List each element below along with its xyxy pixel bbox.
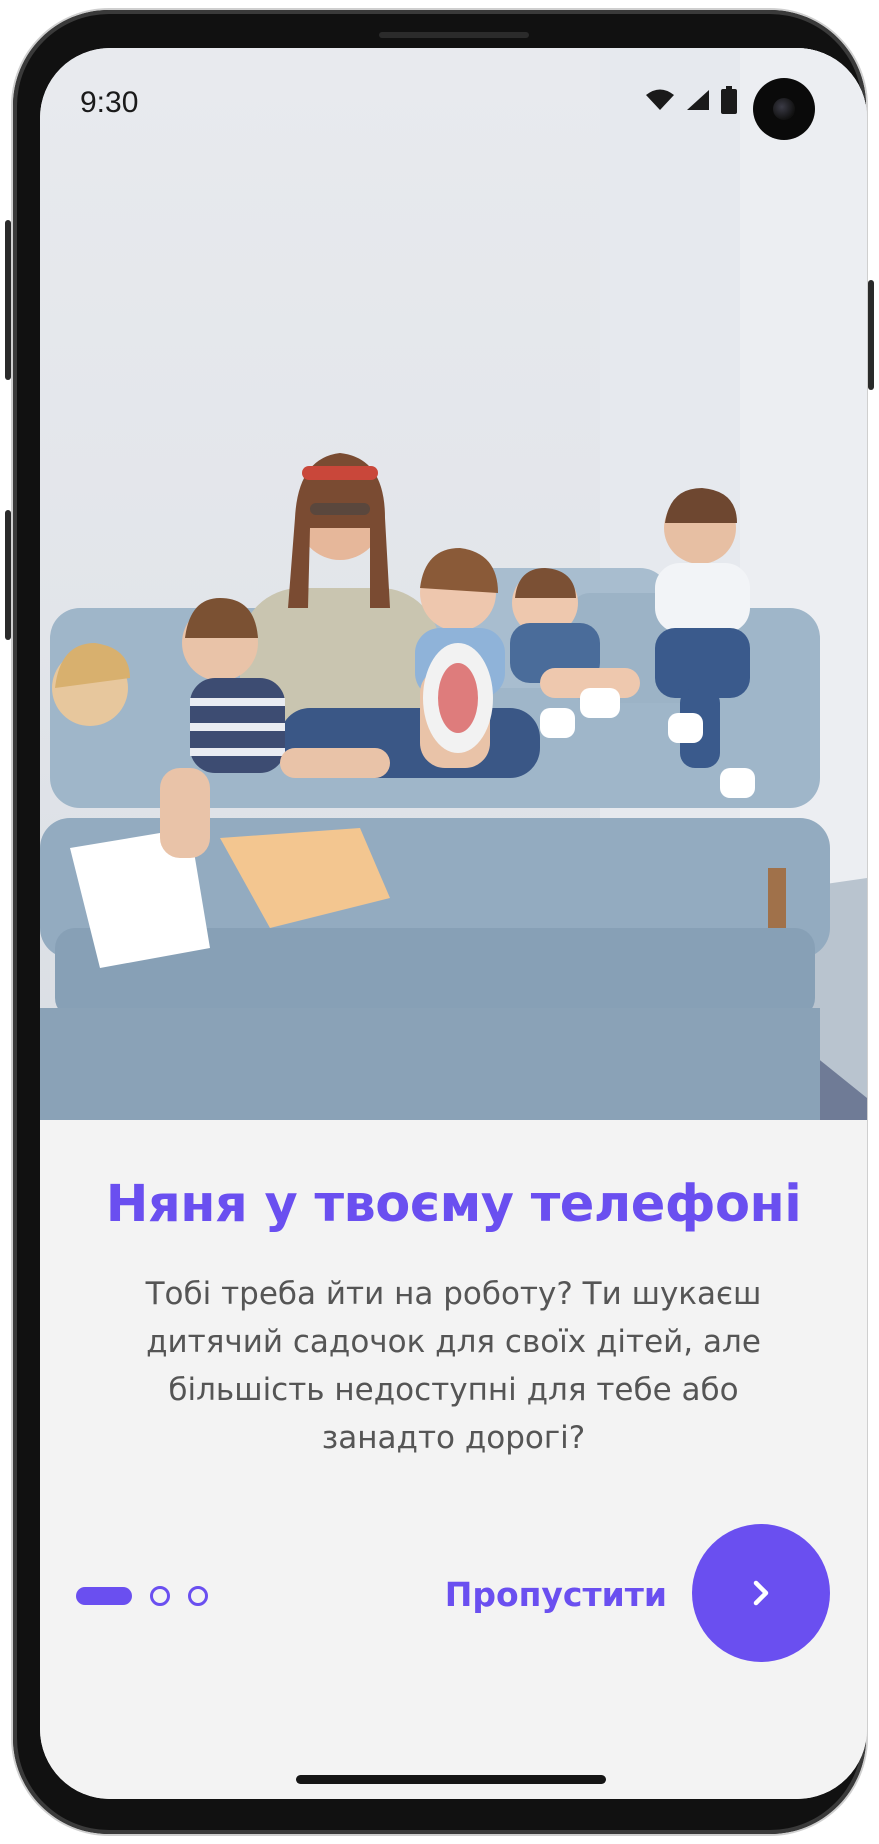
page-indicator — [76, 1586, 208, 1606]
onboarding-panel: Няня у твоєму телефоні Тобі треба йти на… — [40, 1120, 867, 1799]
chevron-right-icon — [753, 1580, 769, 1606]
screen: 9:30 Няня у твоєму телефоні Тобі треба й… — [40, 48, 867, 1799]
page-dot[interactable] — [150, 1586, 170, 1606]
home-indicator[interactable] — [296, 1775, 606, 1784]
earpiece-speaker — [379, 32, 529, 38]
nanny-with-children-illustration — [40, 48, 867, 1120]
status-icons — [645, 86, 737, 114]
volume-down-button — [5, 510, 11, 640]
status-bar: 9:30 — [40, 48, 867, 158]
wifi-icon — [646, 89, 674, 110]
onboarding-title: Няня у твоєму телефоні — [105, 1175, 802, 1234]
signal-icon — [687, 90, 709, 110]
battery-icon — [721, 86, 737, 114]
power-button — [868, 280, 874, 390]
page-dot-active[interactable] — [76, 1587, 132, 1605]
volume-up-button — [5, 220, 11, 380]
hero-photo — [40, 48, 867, 1120]
phone-frame: 9:30 Няня у твоєму телефоні Тобі треба й… — [5, 10, 874, 1834]
skip-button[interactable]: Пропустити — [445, 1575, 667, 1614]
status-time: 9:30 — [80, 86, 139, 119]
onboarding-description: Тобі треба йти на роботу? Ти шукаєш дитя… — [145, 1276, 762, 1456]
next-button[interactable] — [692, 1524, 830, 1662]
page-dot[interactable] — [188, 1586, 208, 1606]
front-camera — [753, 78, 815, 140]
